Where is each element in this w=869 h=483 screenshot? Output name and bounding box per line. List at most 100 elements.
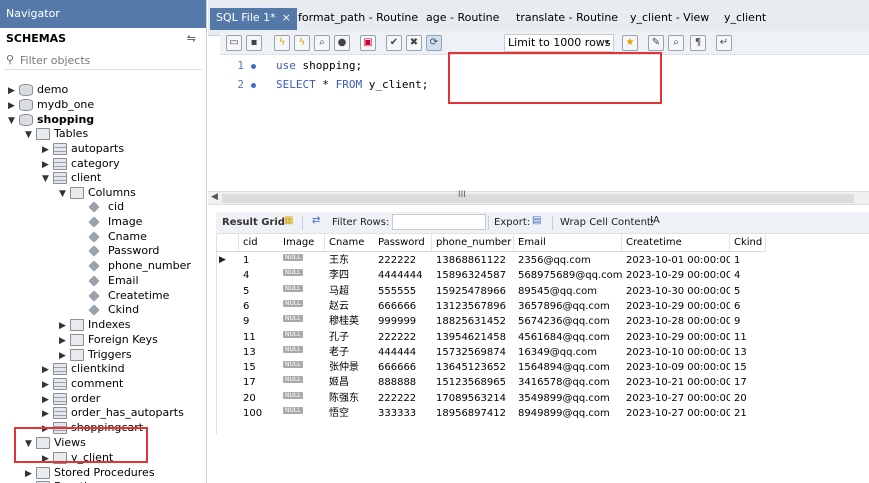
invisible-chars-icon[interactable]: ¶ xyxy=(690,35,706,51)
column-header-phone-number[interactable]: phone_number xyxy=(432,234,514,252)
table-cell[interactable]: 1 xyxy=(243,253,287,268)
table-cell[interactable]: 666666 xyxy=(378,299,432,314)
tree-item-triggers[interactable]: ▶ Triggers xyxy=(59,347,132,362)
column-header-ckind[interactable]: Ckind xyxy=(730,234,766,252)
tree-item-columns[interactable]: ▼ Columns xyxy=(59,185,136,200)
column-header-cname[interactable]: Cname xyxy=(325,234,375,252)
scroll-left-icon[interactable]: ◀ xyxy=(211,192,218,202)
table-cell[interactable]: 666666 xyxy=(378,360,432,375)
wrap-cell-icon[interactable]: Ⅰ̲A xyxy=(650,215,660,226)
table-cell[interactable]: 9 xyxy=(734,314,766,329)
table-row[interactable]: 13 NULL 老子 444444 15732569874 16349@qq.com 202… xyxy=(217,345,777,360)
tree-item-client[interactable]: ▼ client xyxy=(42,170,101,185)
limit-rows-select[interactable]: Limit to 1000 rows ▾ xyxy=(504,34,614,52)
table-cell[interactable]: 2023-10-29 00:00:00 xyxy=(626,299,730,314)
table-cell[interactable]: 2023-10-29 00:00:00 xyxy=(626,330,730,345)
table-row[interactable]: ▶ 1 NULL 王东 222222 13868861122 2356@qq.com 2023… xyxy=(217,253,777,268)
tree-item-email[interactable]: Email xyxy=(76,273,139,288)
table-cell[interactable]: 张仲景 xyxy=(329,360,375,375)
table-cell[interactable]: 2023-10-29 00:00:00 xyxy=(626,268,730,283)
refresh-rows-icon[interactable]: ⇄ xyxy=(312,215,320,226)
tab-translate-routine[interactable]: translate - Routine xyxy=(510,10,624,30)
table-cell[interactable]: 13 xyxy=(734,345,766,360)
table-cell[interactable]: 15 xyxy=(243,360,287,375)
table-cell[interactable]: 马超 xyxy=(329,284,375,299)
tab-format-path-routine[interactable]: format_path - Routine xyxy=(292,10,424,30)
table-cell[interactable]: NULL xyxy=(283,268,325,283)
table-cell[interactable]: 2023-10-01 00:00:00 xyxy=(626,253,730,268)
table-cell[interactable]: 568975689@qq.com xyxy=(518,268,622,283)
tree-item-demo[interactable]: ▶ demo xyxy=(8,82,68,97)
save-icon[interactable]: ▪ xyxy=(246,35,262,51)
table-cell[interactable]: 2023-10-30 00:00:00 xyxy=(626,284,730,299)
rollback-icon[interactable]: ✖ xyxy=(406,35,422,51)
table-cell[interactable]: 2023-10-09 00:00:00 xyxy=(626,360,730,375)
table-cell[interactable]: 悟空 xyxy=(329,406,375,421)
beautify-icon[interactable]: ✎ xyxy=(648,35,664,51)
expanded-arrow-icon[interactable]: ▼ xyxy=(59,187,70,202)
table-cell[interactable]: 4 xyxy=(243,268,287,283)
grid-view-icon[interactable]: ▦ xyxy=(284,215,293,226)
table-cell[interactable]: 333333 xyxy=(378,406,432,421)
column-header-email[interactable]: Email xyxy=(514,234,622,252)
table-cell[interactable]: 3416578@qq.com xyxy=(518,375,622,390)
tab-y-client[interactable]: y_client xyxy=(718,10,772,30)
table-cell[interactable]: 17089563214 xyxy=(436,391,514,406)
tree-item-cid[interactable]: cid xyxy=(76,199,124,214)
tree-item-createtime[interactable]: Createtime xyxy=(76,288,169,303)
table-cell[interactable]: 888888 xyxy=(378,375,432,390)
table-cell[interactable]: 6 xyxy=(734,299,766,314)
table-cell[interactable]: 222222 xyxy=(378,330,432,345)
tree-item-mydb-one[interactable]: ▶ mydb_one xyxy=(8,97,94,112)
table-cell[interactable]: 21 xyxy=(734,406,766,421)
table-cell[interactable]: 15 xyxy=(734,360,766,375)
find-icon[interactable]: ⌕ xyxy=(668,35,684,51)
table-cell[interactable]: 18825631452 xyxy=(436,314,514,329)
table-cell[interactable]: NULL xyxy=(283,360,325,375)
tree-item-order[interactable]: ▶ order xyxy=(42,391,100,406)
tree-item-shopping[interactable]: ▼ shopping xyxy=(8,112,94,127)
table-row[interactable]: 17 NULL 姬昌 888888 15123568965 3416578@qq.com 2… xyxy=(217,375,777,390)
refresh-icon[interactable]: ⇋ xyxy=(187,28,196,50)
table-cell[interactable]: NULL xyxy=(283,314,325,329)
code-line[interactable]: SELECT * FROM y_client; xyxy=(276,78,428,91)
table-cell[interactable]: 20 xyxy=(734,391,766,406)
tree-item-indexes[interactable]: ▶ Indexes xyxy=(59,317,130,332)
tree-item-ckind[interactable]: Ckind xyxy=(76,302,139,317)
table-cell[interactable]: 17 xyxy=(243,375,287,390)
scrollbar-thumb[interactable] xyxy=(222,194,854,203)
result-grid-label[interactable]: Result Grid xyxy=(222,217,285,228)
table-row[interactable]: 5 NULL 马超 555555 15925478966 89545@qq.com 2023… xyxy=(217,284,777,299)
table-row[interactable]: 15 NULL 张仲景 666666 13645123652 1564894@qq.com… xyxy=(217,360,777,375)
execute-current-icon[interactable]: ϟ xyxy=(294,35,310,51)
tree-item-comment[interactable]: ▶ comment xyxy=(42,376,123,391)
table-cell[interactable]: NULL xyxy=(283,406,325,421)
expanded-arrow-icon[interactable]: ▼ xyxy=(42,172,53,187)
tab-age-routine[interactable]: age - Routine xyxy=(420,10,505,30)
tree-item-stored-procedures[interactable]: ▶ Stored Procedures xyxy=(25,465,155,480)
table-cell[interactable]: 5674236@qq.com xyxy=(518,314,622,329)
table-cell[interactable]: NULL xyxy=(283,345,325,360)
explain-icon[interactable]: ⌕ xyxy=(314,35,330,51)
table-cell[interactable]: 2023-10-10 00:00:00 xyxy=(626,345,730,360)
tab-y-client-view[interactable]: y_client - View xyxy=(624,10,715,30)
table-cell[interactable]: NULL xyxy=(283,375,325,390)
table-cell[interactable]: 8949899@qq.com xyxy=(518,406,622,421)
table-cell[interactable]: 13123567896 xyxy=(436,299,514,314)
close-icon[interactable]: × xyxy=(282,11,291,24)
column-header-image[interactable]: Image xyxy=(279,234,325,252)
table-cell[interactable]: 2023-10-27 00:00:00 xyxy=(626,406,730,421)
table-cell[interactable]: 3549899@qq.com xyxy=(518,391,622,406)
commit-icon[interactable]: ✔ xyxy=(386,35,402,51)
tree-item-foreign-keys[interactable]: ▶ Foreign Keys xyxy=(59,332,158,347)
table-cell[interactable]: 陈强东 xyxy=(329,391,375,406)
table-cell[interactable]: NULL xyxy=(283,391,325,406)
table-cell[interactable]: 222222 xyxy=(378,253,432,268)
tree-item-phone-number[interactable]: phone_number xyxy=(76,258,191,273)
column-header-password[interactable]: Password xyxy=(374,234,432,252)
table-cell[interactable]: 20 xyxy=(243,391,287,406)
table-cell[interactable]: NULL xyxy=(283,299,325,314)
tree-item-cname[interactable]: Cname xyxy=(76,229,147,244)
bookmark-star-icon[interactable]: ★ xyxy=(622,35,638,51)
code-line[interactable]: use shopping; xyxy=(276,59,362,72)
